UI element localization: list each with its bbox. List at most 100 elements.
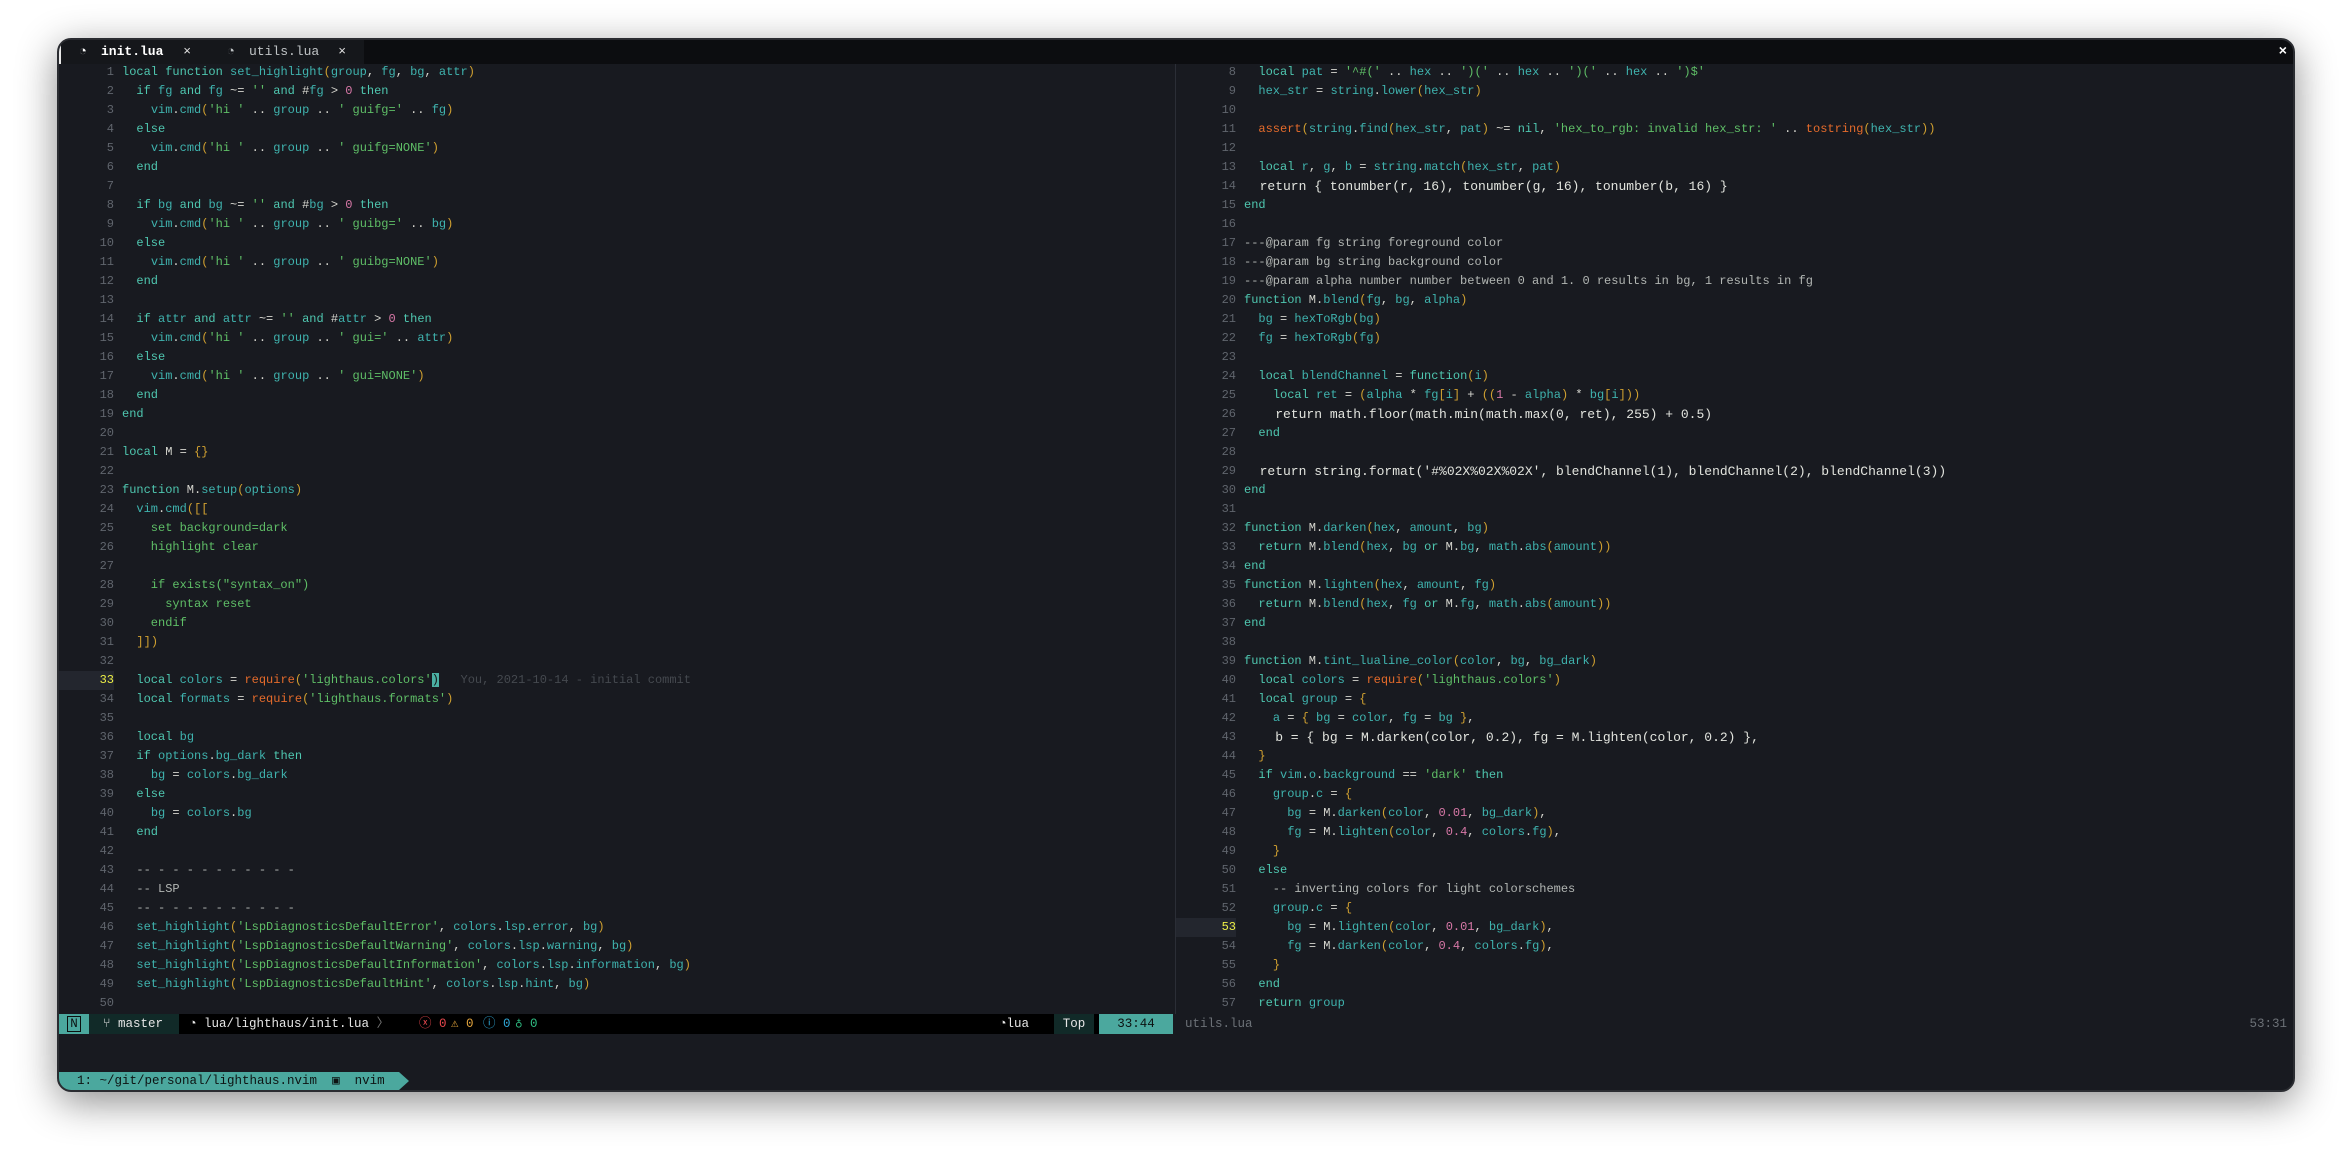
code-line[interactable]: 14 if attr and attr ~= '' and #attr > 0 … [59,310,1173,329]
code-line[interactable]: 37 end [1176,614,2293,633]
code-line[interactable]: 25 local ret = (alpha * fg[i] + ((1 - al… [1176,386,2293,405]
code-line[interactable]: 9 hex_str = string.lower(hex_str) [1176,82,2293,101]
code-line[interactable]: 11 vim.cmd('hi ' .. group .. ' guibg=NON… [59,253,1173,272]
close-icon[interactable]: × [183,40,191,64]
code-line[interactable]: 34 end [1176,557,2293,576]
code-line[interactable]: 33 local colors = require('lighthaus.col… [59,671,1173,690]
code-line[interactable]: 49 set_highlight('LspDiagnosticsDefaultH… [59,975,1173,994]
code-line[interactable]: 44 } [1176,747,2293,766]
code-line[interactable]: 30 endif [59,614,1173,633]
code-line[interactable]: 22 fg = hexToRgb(fg) [1176,329,2293,348]
code-line[interactable]: 13 local r, g, b = string.match(hex_str,… [1176,158,2293,177]
code-line[interactable]: 26 highlight clear [59,538,1173,557]
code-line[interactable]: 24 vim.cmd([[ [59,500,1173,519]
code-line[interactable]: 16 [1176,215,2293,234]
code-line[interactable]: 31 ]]) [59,633,1173,652]
code-line[interactable]: 40 bg = colors.bg [59,804,1173,823]
code-line[interactable]: 45 if vim.o.background == 'dark' then [1176,766,2293,785]
code-line[interactable]: 6 end [59,158,1173,177]
code-line[interactable]: 36 return M.blend(hex, fg or M.fg, math.… [1176,595,2293,614]
code-line[interactable]: 46 set_highlight('LspDiagnosticsDefaultE… [59,918,1173,937]
code-line[interactable]: 42 a = { bg = color, fg = bg }, [1176,709,2293,728]
tab-utils-lua[interactable]: ◔ utils.lua × [209,40,364,64]
code-line[interactable]: 50 else [1176,861,2293,880]
code-line[interactable]: 32 [59,652,1173,671]
code-line[interactable]: 23 [1176,348,2293,367]
code-line[interactable]: 8 local pat = '^#(' .. hex .. ')(' .. he… [1176,64,2293,82]
code-line[interactable]: 14 return { tonumber(r, 16), tonumber(g,… [1176,177,2293,196]
code-line[interactable]: 52 group.c = { [1176,899,2293,918]
code-line[interactable]: 47 set_highlight('LspDiagnosticsDefaultW… [59,937,1173,956]
code-line[interactable]: 16 else [59,348,1173,367]
code-line[interactable]: 18 ---@param bg string background color [1176,253,2293,272]
code-line[interactable]: 29 syntax reset [59,595,1173,614]
code-line[interactable]: 45 -- - - - - - - - - - - [59,899,1173,918]
code-line[interactable]: 35 [59,709,1173,728]
code-line[interactable]: 28 [1176,443,2293,462]
code-line[interactable]: 7 [59,177,1173,196]
code-line[interactable]: 41 local group = { [1176,690,2293,709]
code-line[interactable]: 37 if options.bg_dark then [59,747,1173,766]
code-line[interactable]: 19 ---@param alpha number number between … [1176,272,2293,291]
code-line[interactable]: 8 if bg and bg ~= '' and #bg > 0 then [59,196,1173,215]
code-line[interactable]: 15 end [1176,196,2293,215]
code-line[interactable]: 51 -- inverting colors for light colorsc… [1176,880,2293,899]
code-line[interactable]: 12 [1176,139,2293,158]
code-line[interactable]: 15 vim.cmd('hi ' .. group .. ' gui=' .. … [59,329,1173,348]
code-line[interactable]: 48 set_highlight('LspDiagnosticsDefaultI… [59,956,1173,975]
code-line[interactable]: 38 bg = colors.bg_dark [59,766,1173,785]
code-line[interactable]: 54 fg = M.darken(color, 0.4, colors.fg), [1176,937,2293,956]
code-line[interactable]: 44 -- LSP [59,880,1173,899]
code-line[interactable]: 32 function M.darken(hex, amount, bg) [1176,519,2293,538]
code-line[interactable]: 17 vim.cmd('hi ' .. group .. ' gui=NONE'… [59,367,1173,386]
code-line[interactable]: 18 end [59,386,1173,405]
code-line[interactable]: 11 assert(string.find(hex_str, pat) ~= n… [1176,120,2293,139]
code-line[interactable]: 3 vim.cmd('hi ' .. group .. ' guifg=' ..… [59,101,1173,120]
code-line[interactable]: 39 function M.tint_lualine_color(color, b… [1176,652,2293,671]
code-line[interactable]: 1 local function set_highlight(group, fg,… [59,64,1173,82]
code-line[interactable]: 36 local bg [59,728,1173,747]
code-line[interactable]: 9 vim.cmd('hi ' .. group .. ' guibg=' ..… [59,215,1173,234]
code-line[interactable]: 12 end [59,272,1173,291]
code-line[interactable]: 34 local formats = require('lighthaus.fo… [59,690,1173,709]
code-line[interactable]: 4 else [59,120,1173,139]
code-line[interactable]: 49 } [1176,842,2293,861]
code-line[interactable]: 48 fg = M.lighten(color, 0.4, colors.fg)… [1176,823,2293,842]
code-line[interactable]: 2 if fg and fg ~= '' and #fg > 0 then [59,82,1173,101]
editor-pane-utils-lua[interactable]: 8 local pat = '^#(' .. hex .. ')(' .. he… [1175,64,2293,1014]
code-line[interactable]: 56 end [1176,975,2293,994]
code-line[interactable]: 28 if exists("syntax_on") [59,576,1173,595]
code-line[interactable]: 50 [59,994,1173,1013]
code-line[interactable]: 19 end [59,405,1173,424]
code-line[interactable]: 10 [1176,101,2293,120]
code-line[interactable]: 27 [59,557,1173,576]
code-line[interactable]: 29 return string.format('#%02X%02X%02X',… [1176,462,2293,481]
code-line[interactable]: 31 [1176,500,2293,519]
code-line[interactable]: 20 function M.blend(fg, bg, alpha) [1176,291,2293,310]
code-line[interactable]: 39 else [59,785,1173,804]
code-line[interactable]: 43 b = { bg = M.darken(color, 0.2), fg =… [1176,728,2293,747]
code-line[interactable]: 57 return group [1176,994,2293,1013]
code-line[interactable]: 38 [1176,633,2293,652]
code-line[interactable]: 47 bg = M.darken(color, 0.01, bg_dark), [1176,804,2293,823]
code-line[interactable]: 22 [59,462,1173,481]
code-line[interactable]: 43 -- - - - - - - - - - - [59,861,1173,880]
code-line[interactable]: 55 } [1176,956,2293,975]
code-line[interactable]: 35 function M.lighten(hex, amount, fg) [1176,576,2293,595]
code-line[interactable]: 42 [59,842,1173,861]
code-line[interactable]: 25 set background=dark [59,519,1173,538]
code-line[interactable]: 13 [59,291,1173,310]
code-line[interactable]: 33 return M.blend(hex, bg or M.bg, math.… [1176,538,2293,557]
code-line[interactable]: 30 end [1176,481,2293,500]
code-line[interactable]: 41 end [59,823,1173,842]
code-line[interactable]: 20 [59,424,1173,443]
code-line[interactable]: 17 ---@param fg string foreground color [1176,234,2293,253]
code-line[interactable]: 10 else [59,234,1173,253]
code-line[interactable]: 21 local M = {} [59,443,1173,462]
code-line[interactable]: 46 group.c = { [1176,785,2293,804]
close-icon[interactable]: × [338,40,346,64]
code-line[interactable]: 53 bg = M.lighten(color, 0.01, bg_dark), [1176,918,2293,937]
tmux-window-tab[interactable]: 1: ~/git/personal/lighthaus.nvim ▣ nvim [59,1072,409,1090]
code-line[interactable]: 24 local blendChannel = function(i) [1176,367,2293,386]
code-line[interactable]: 21 bg = hexToRgb(bg) [1176,310,2293,329]
